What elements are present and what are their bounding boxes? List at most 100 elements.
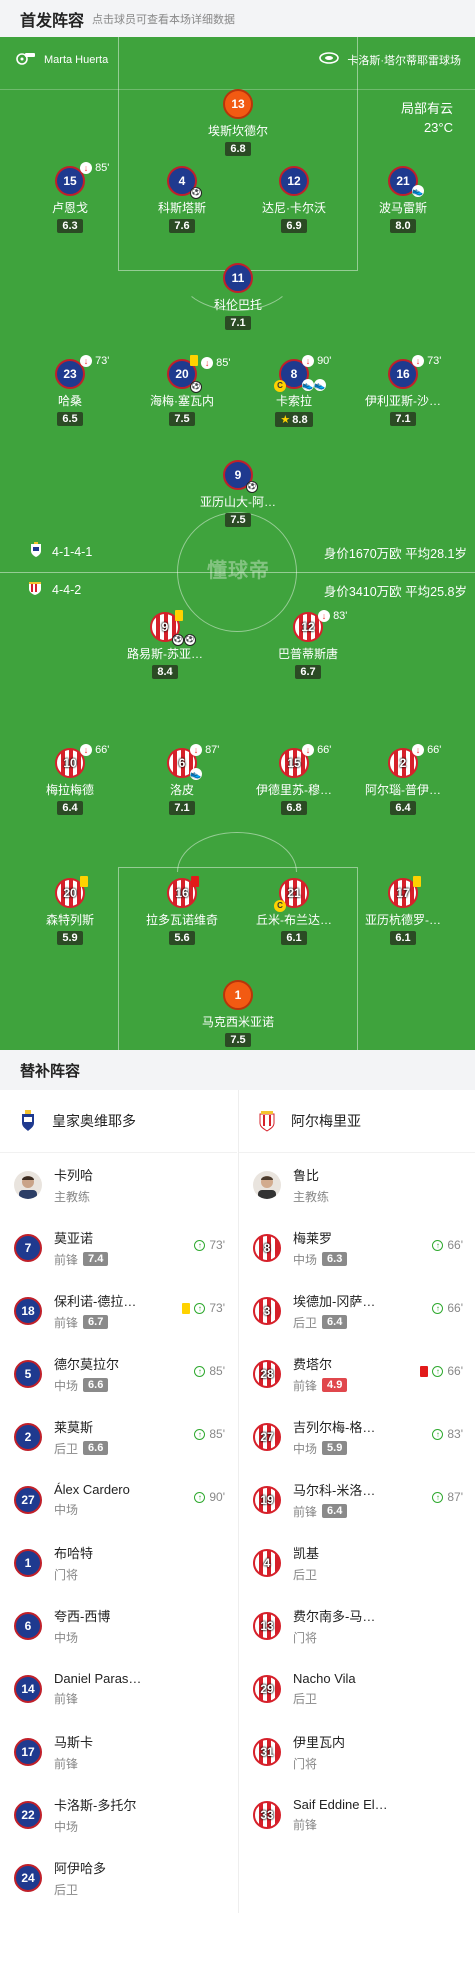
sub-out-icon: ↓ xyxy=(318,610,330,623)
jersey: 8 xyxy=(253,1233,281,1262)
sub-out-icon: ↓ xyxy=(412,744,424,757)
avatar xyxy=(253,1170,281,1199)
player-card[interactable]: 23 哈桑 6.5 xyxy=(15,359,125,427)
boot-icon: 👟 xyxy=(412,185,424,198)
sub-off-event: ↓ 73' xyxy=(80,355,109,368)
player-card[interactable]: 16 伊利亚斯-沙… 7.1 xyxy=(348,359,458,427)
sub-player-row[interactable]: 29 Nacho Vila 后卫 xyxy=(239,1657,475,1720)
page-title: 首发阵容 xyxy=(20,12,85,30)
sub-player-row[interactable]: 6 夸西-西博 中场 xyxy=(0,1594,237,1657)
sub-player-row[interactable]: 27 Álex Cardero 中场 ↑ 90' xyxy=(0,1468,237,1531)
sub-player-row[interactable]: 4 凯基 后卫 xyxy=(239,1531,475,1594)
boot-icon: 👟 xyxy=(314,379,326,392)
jersey: 14 xyxy=(14,1674,42,1703)
player-card[interactable]: 4 科斯塔斯 7.6 xyxy=(127,166,237,234)
jersey: 12 xyxy=(279,166,309,196)
ball-icon: ⚽ xyxy=(190,187,202,199)
player-card[interactable]: 6 洛皮 7.1 xyxy=(127,748,237,816)
sub-player-row[interactable]: 1 布哈特 门将 xyxy=(0,1531,237,1594)
player-card[interactable]: 8 卡索拉 8.8 xyxy=(239,359,349,428)
coach-row[interactable]: 鲁比 主教练 xyxy=(239,1153,475,1216)
player-card[interactable]: 13 埃斯坎德尔 6.8 xyxy=(183,89,293,157)
sub-on-event: ↑ 90' xyxy=(194,1490,225,1504)
player-card[interactable]: 9 亚历山大-阿… 7.5 xyxy=(183,460,293,528)
sub-player-row[interactable]: 31 伊里瓦内 门将 xyxy=(239,1720,475,1783)
sub-on-event: ↑ 73' xyxy=(182,1301,225,1315)
sub-out-icon: ↓ xyxy=(201,357,214,370)
sub-player-row[interactable]: 5 德尔莫拉尔 中场 6.6 ↑ 85' xyxy=(0,1342,237,1405)
player-card[interactable]: 10 梅拉梅德 6.4 xyxy=(15,748,125,816)
sub-player-row[interactable]: 18 保利诺-德拉… 前锋 6.7 ↑ 73' xyxy=(0,1279,237,1342)
player-card[interactable]: 9 路易斯-苏亚… 8.4 xyxy=(110,612,220,680)
player-card[interactable]: 11 科伦巴托 7.1 xyxy=(183,263,293,331)
assist-event: 👟 xyxy=(412,185,424,198)
sub-off-event: ↓ 66' xyxy=(80,744,109,757)
player-card[interactable]: 20 森特列斯 5.9 xyxy=(15,878,125,946)
player-card[interactable]: 1 马克西米亚诺 7.5 xyxy=(183,980,293,1048)
card-event xyxy=(80,876,88,890)
sub-on-event: ↑ 73' xyxy=(194,1238,225,1252)
player-card[interactable]: 15 卢恩戈 6.3 xyxy=(15,166,125,234)
card-event xyxy=(191,876,199,890)
sub-player-row[interactable]: 14 Daniel Paras… 前锋 xyxy=(0,1657,237,1720)
ball-icon: ⚽ xyxy=(246,481,258,493)
player-name: 梅拉梅德 xyxy=(45,783,94,797)
jersey: 4 xyxy=(253,1548,281,1577)
player-name: 科斯塔斯 xyxy=(157,201,206,215)
home-team-row[interactable]: 皇家奥维耶多 xyxy=(0,1090,237,1153)
coach-row[interactable]: 卡列哈 主教练 xyxy=(0,1153,237,1216)
player-rating: 7.4 xyxy=(83,1252,109,1266)
player-card[interactable]: 16 拉多瓦诺维奇 5.6 xyxy=(127,878,237,946)
jersey: 11 xyxy=(223,263,253,293)
sub-player-row[interactable]: 17 马斯卡 前锋 xyxy=(0,1720,237,1783)
player-rating: 6.1 xyxy=(390,931,416,945)
player-rating: 7.1 xyxy=(390,412,416,426)
whistle-icon xyxy=(16,51,36,68)
home-subs-column: 皇家奥维耶多 卡列哈 主教练 7 莫亚诺 前锋 7.4 ↑ 73' 18 保利诺-德拉…… xyxy=(0,1090,237,1909)
sub-off-event: ↓ 90' xyxy=(302,355,331,368)
sub-on-event: ↑ 66' xyxy=(420,1364,463,1378)
player-card[interactable]: 2 阿尔瑙-普伊… 6.4 xyxy=(348,748,458,816)
player-name: 伊德里苏-穆… xyxy=(256,783,332,797)
player-name: 伊利亚斯-沙… xyxy=(365,394,441,408)
player-rating: 7.1 xyxy=(169,801,195,815)
sub-player-row[interactable]: 19 马尔科-米洛… 前锋 6.4 ↑ 87' xyxy=(239,1468,475,1531)
jersey: 13 xyxy=(253,1611,281,1640)
jersey: 27 xyxy=(14,1485,42,1514)
sub-player-row[interactable]: 3 埃德加-冈萨… 后卫 6.4 ↑ 66' xyxy=(239,1279,475,1342)
sub-player-row[interactable]: 7 莫亚诺 前锋 7.4 ↑ 73' xyxy=(0,1216,237,1279)
player-card[interactable]: 21 波马雷斯 8.0 xyxy=(348,166,458,234)
away-team-row[interactable]: 阿尔梅里亚 xyxy=(239,1090,475,1153)
card-event xyxy=(175,610,183,624)
sub-player-row[interactable]: 27 吉列尔梅-格… 中场 5.9 ↑ 83' xyxy=(239,1405,475,1468)
home-coach-label: Marta Huerta xyxy=(16,51,108,68)
red-card-icon xyxy=(191,876,199,887)
player-card[interactable]: 12 巴普蒂斯唐 6.7 xyxy=(253,612,363,680)
sub-off-event: ↓ 66' xyxy=(302,744,331,757)
player-rating: 6.1 xyxy=(281,931,307,945)
player-rating: 7.5 xyxy=(225,1033,251,1047)
sub-player-row[interactable]: 13 费尔南多-马… 门将 xyxy=(239,1594,475,1657)
player-rating: 8.4 xyxy=(152,665,178,679)
sub-player-row[interactable]: 2 莱莫斯 后卫 6.6 ↑ 85' xyxy=(0,1405,237,1468)
sub-player-row[interactable]: 33 Saif Eddine El… 前锋 xyxy=(239,1783,475,1846)
goal-event: ⚽ xyxy=(190,379,202,393)
sub-player-row[interactable]: 22 卡洛斯-多托尔 中场 xyxy=(0,1783,237,1846)
captain-event: C xyxy=(274,379,286,392)
yellow-card-icon xyxy=(413,876,421,887)
sub-player-row[interactable]: 8 梅莱罗 中场 6.3 ↑ 66' xyxy=(239,1216,475,1279)
sub-player-row[interactable]: 24 阿伊哈多 后卫 xyxy=(0,1846,237,1909)
player-card[interactable]: 17 亚历杭德罗-… 6.1 xyxy=(348,878,458,946)
player-card[interactable]: 20 海梅·塞瓦内 7.5 xyxy=(127,359,237,427)
player-rating: 6.8 xyxy=(225,142,251,156)
jersey: 22 xyxy=(14,1800,42,1829)
player-card[interactable]: 12 达尼·卡尔沃 6.9 xyxy=(239,166,349,234)
sub-out-icon: ↓ xyxy=(412,355,424,368)
sub-in-icon: ↑ xyxy=(432,1239,444,1251)
sub-player-row[interactable]: 28 费塔尔 前锋 4.9 ↑ 66' xyxy=(239,1342,475,1405)
jersey: 29 xyxy=(253,1674,281,1703)
player-rating: 5.9 xyxy=(57,931,83,945)
watermark: 懂球帝 xyxy=(207,560,270,582)
player-card[interactable]: 15 伊德里苏-穆… 6.8 xyxy=(239,748,349,816)
player-card[interactable]: 21 丘米-布兰达… 6.1 xyxy=(239,878,349,946)
